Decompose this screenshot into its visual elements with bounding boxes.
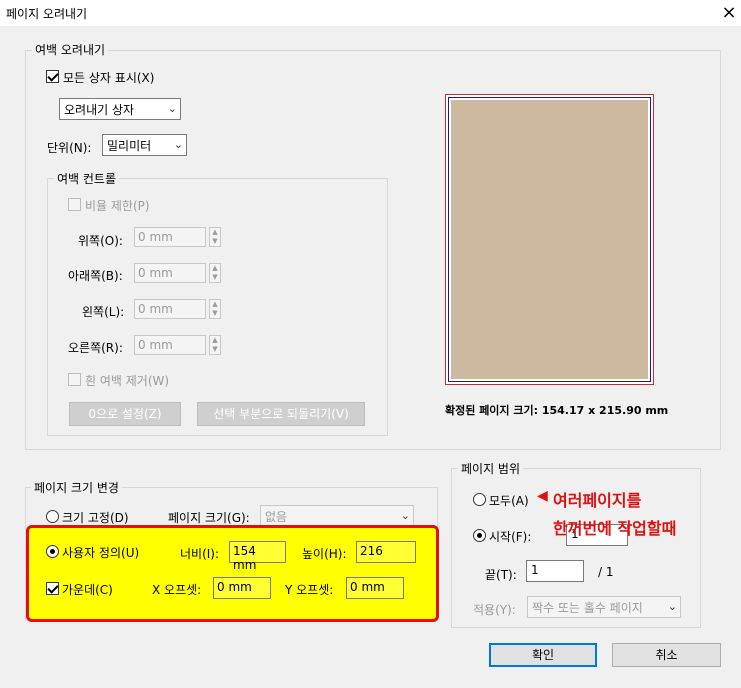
constrain-checkbox[interactable]: [68, 198, 81, 211]
annotation-line1: 여러페이지를: [553, 491, 642, 510]
from-label: 시작(F):: [489, 530, 532, 544]
margin-controls-legend: 여백 컨트롤: [54, 170, 120, 187]
from-radio[interactable]: [473, 529, 486, 542]
to-input[interactable]: 1: [526, 560, 584, 582]
height-label: 높이(H):: [302, 547, 347, 561]
bottom-input[interactable]: 0 mm: [134, 263, 206, 283]
unit-select-value: 밀리미터: [107, 139, 152, 153]
page-size-label: 페이지 크기(G):: [168, 511, 250, 525]
highlight-box: [26, 525, 439, 622]
apply-select[interactable]: 짝수 또는 홀수 페이지 ⌄: [527, 596, 681, 618]
margins-group-legend: 여백 오려내기: [32, 41, 109, 58]
close-icon[interactable]: ×: [718, 2, 740, 24]
preview-page: [451, 100, 648, 379]
left-spinner[interactable]: ▲ ▼: [209, 299, 221, 319]
top-label: 위쪽(O):: [78, 234, 123, 248]
center-label: 가운데(C): [62, 583, 113, 597]
left-label: 왼쪽(L):: [82, 305, 125, 319]
page-range-legend: 페이지 범위: [458, 460, 524, 477]
unit-select[interactable]: 밀리미터 ⌄: [102, 134, 187, 156]
x-offset-input[interactable]: 0 mm: [213, 577, 271, 599]
y-offset-input[interactable]: 0 mm: [346, 577, 404, 599]
width-input[interactable]: 154 mm: [229, 541, 286, 572]
constrain-label: 비율 제한(P): [85, 199, 150, 213]
apply-label: 적용(Y):: [473, 603, 516, 617]
annotation-line2: 한꺼번에 작업할때: [553, 519, 677, 538]
annotation-arrow-icon: ◀: [537, 488, 548, 504]
apply-select-value: 짝수 또는 홀수 페이지: [532, 601, 643, 615]
right-label: 오른쪽(R):: [68, 341, 123, 355]
show-all-boxes-label: 모든 상자 표시(X): [63, 71, 155, 85]
height-input[interactable]: 216: [356, 541, 416, 563]
set-zero-button[interactable]: 0으로 설정(Z): [69, 402, 181, 426]
revert-button[interactable]: 선택 부분으로 되돌리기(V): [197, 402, 365, 426]
fixed-size-label: 크기 고정(D): [62, 511, 129, 525]
title-bar: [0, 0, 741, 26]
custom-size-label: 사용자 정의(U): [62, 546, 140, 560]
top-spinner[interactable]: ▲ ▼: [209, 227, 221, 247]
all-pages-radio[interactable]: [473, 493, 486, 506]
ok-button[interactable]: 확인: [489, 643, 597, 667]
bottom-label: 아래쪽(B):: [68, 269, 123, 283]
total-pages-label: / 1: [598, 565, 614, 579]
width-label: 너비(I):: [180, 547, 220, 561]
fixed-size-radio[interactable]: [46, 510, 59, 523]
chevron-down-icon: ⌄: [400, 509, 410, 522]
box-select[interactable]: 오려내기 상자 ⌄: [59, 98, 181, 120]
unit-label: 단위(N):: [47, 141, 92, 155]
x-offset-label: X 오프셋:: [152, 583, 202, 597]
top-input[interactable]: 0 mm: [134, 227, 206, 247]
cancel-button[interactable]: 취소: [612, 643, 721, 667]
page-size-select[interactable]: 없음 ⌄: [260, 505, 414, 527]
chevron-down-icon: ⌄: [667, 600, 677, 613]
right-input[interactable]: 0 mm: [134, 335, 206, 355]
to-label: 끝(T):: [485, 568, 517, 582]
bottom-spinner[interactable]: ▲ ▼: [209, 263, 221, 283]
y-offset-label: Y 오프셋:: [285, 583, 334, 597]
chevron-down-icon: ⌄: [173, 138, 183, 151]
custom-size-radio[interactable]: [46, 545, 59, 558]
center-checkbox[interactable]: [46, 582, 59, 595]
page-size-select-value: 없음: [265, 510, 288, 524]
page-size-legend: 페이지 크기 변경: [31, 479, 122, 496]
left-input[interactable]: 0 mm: [134, 299, 206, 319]
right-spinner[interactable]: ▲ ▼: [209, 335, 221, 355]
show-all-boxes-checkbox[interactable]: [46, 70, 59, 83]
box-select-value: 오려내기 상자: [64, 103, 135, 117]
window-title: 페이지 오려내기: [6, 7, 88, 21]
chevron-down-icon: ⌄: [167, 102, 177, 115]
all-pages-label: 모두(A): [489, 494, 529, 508]
page-size-text: 확정된 페이지 크기: 154.17 x 215.90 mm: [445, 404, 669, 417]
remove-white-label: 흰 여백 제거(W): [85, 374, 170, 388]
remove-white-checkbox[interactable]: [68, 373, 81, 386]
